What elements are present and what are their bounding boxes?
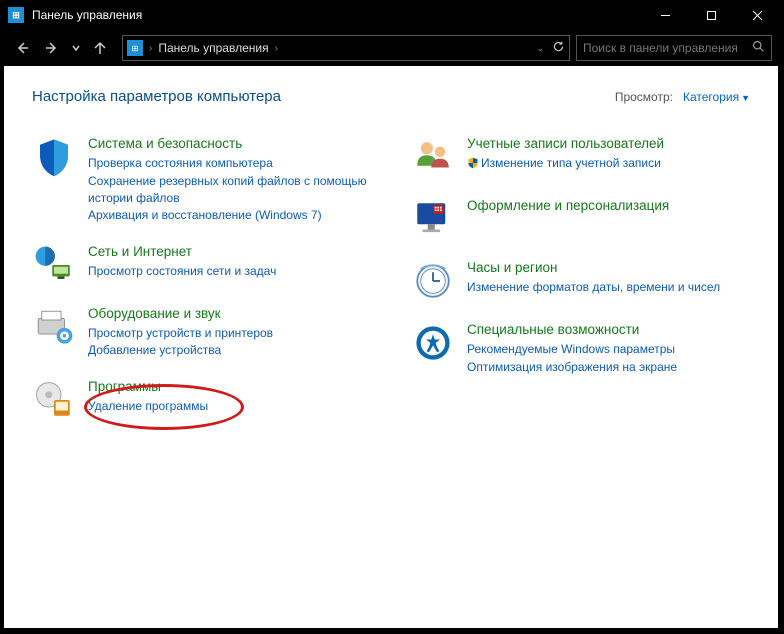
content-area: Настройка параметров компьютера Просмотр…	[4, 66, 778, 628]
shield-icon	[32, 135, 76, 179]
control-panel-app-icon: ⊞	[8, 7, 24, 23]
personalization-icon	[411, 197, 455, 241]
category-system-security: Система и безопасность Проверка состояни…	[32, 135, 371, 225]
chevron-right-icon: ›	[149, 43, 152, 54]
control-panel-icon: ⊞	[127, 40, 143, 56]
chevron-right-icon: ›	[275, 43, 278, 54]
uninstall-program-link[interactable]: Удаление программы	[88, 398, 208, 415]
search-input[interactable]	[583, 41, 746, 55]
category-title[interactable]: Специальные возможности	[467, 321, 677, 339]
category-programs: Программы Удаление программы	[32, 378, 371, 422]
breadcrumb-location[interactable]: Панель управления	[158, 41, 268, 55]
page-title: Настройка параметров компьютера	[32, 88, 281, 105]
category-link[interactable]: Проверка состояния компьютера	[88, 155, 371, 172]
category-link[interactable]: Архивация и восстановление (Windows 7)	[88, 207, 371, 224]
clock-icon	[411, 259, 455, 303]
forward-button[interactable]	[38, 34, 66, 62]
up-button[interactable]	[86, 34, 114, 62]
category-link[interactable]: Изменение форматов даты, времени и чисел	[467, 279, 720, 296]
window-title: Панель управления	[32, 8, 142, 22]
recent-dropdown[interactable]	[68, 34, 84, 62]
navbar: ⊞ › Панель управления › ⌄	[0, 30, 780, 66]
programs-icon	[32, 378, 76, 422]
category-link[interactable]: Добавление устройства	[88, 342, 273, 359]
category-title[interactable]: Программы	[88, 378, 208, 396]
ease-of-access-icon	[411, 321, 455, 365]
category-network: Сеть и Интернет Просмотр состояния сети …	[32, 243, 371, 287]
uac-shield-icon	[467, 157, 479, 174]
category-user-accounts: Учетные записи пользователей Изменение т…	[411, 135, 750, 179]
category-link[interactable]: Просмотр состояния сети и задач	[88, 263, 276, 280]
search-icon[interactable]	[752, 40, 765, 56]
category-link-text: Изменение типа учетной записи	[481, 156, 661, 170]
category-title[interactable]: Учетные записи пользователей	[467, 135, 664, 153]
category-hardware: Оборудование и звук Просмотр устройств и…	[32, 305, 371, 360]
chevron-down-icon[interactable]: ⌄	[536, 43, 544, 54]
back-button[interactable]	[8, 34, 36, 62]
search-box[interactable]	[576, 35, 772, 61]
category-link[interactable]: Рекомендуемые Windows параметры	[467, 341, 677, 358]
view-selector: Просмотр: Категория▼	[615, 90, 750, 104]
category-accessibility: Специальные возможности Рекомендуемые Wi…	[411, 321, 750, 376]
category-title[interactable]: Система и безопасность	[88, 135, 371, 153]
category-title[interactable]: Сеть и Интернет	[88, 243, 276, 261]
category-title[interactable]: Часы и регион	[467, 259, 720, 277]
printer-icon	[32, 305, 76, 349]
maximize-button[interactable]	[688, 0, 734, 30]
breadcrumb[interactable]: ⊞ › Панель управления › ⌄	[122, 35, 570, 61]
category-link[interactable]: Сохранение резервных копий файлов с помо…	[88, 173, 371, 208]
titlebar: ⊞ Панель управления	[0, 0, 780, 30]
category-title[interactable]: Оборудование и звук	[88, 305, 273, 323]
category-link[interactable]: Оптимизация изображения на экране	[467, 359, 677, 376]
view-label: Просмотр:	[615, 90, 673, 104]
category-appearance: Оформление и персонализация	[411, 197, 750, 241]
minimize-button[interactable]	[642, 0, 688, 30]
view-dropdown[interactable]: Категория▼	[683, 90, 750, 104]
category-link[interactable]: Просмотр устройств и принтеров	[88, 325, 273, 342]
network-icon	[32, 243, 76, 287]
user-accounts-icon	[411, 135, 455, 179]
view-value: Категория	[683, 90, 739, 104]
chevron-down-icon: ▼	[741, 93, 750, 103]
close-button[interactable]	[734, 0, 780, 30]
category-link[interactable]: Изменение типа учетной записи	[467, 155, 664, 174]
category-title[interactable]: Оформление и персонализация	[467, 197, 669, 215]
refresh-icon[interactable]	[552, 40, 565, 56]
category-clock-region: Часы и регион Изменение форматов даты, в…	[411, 259, 750, 303]
